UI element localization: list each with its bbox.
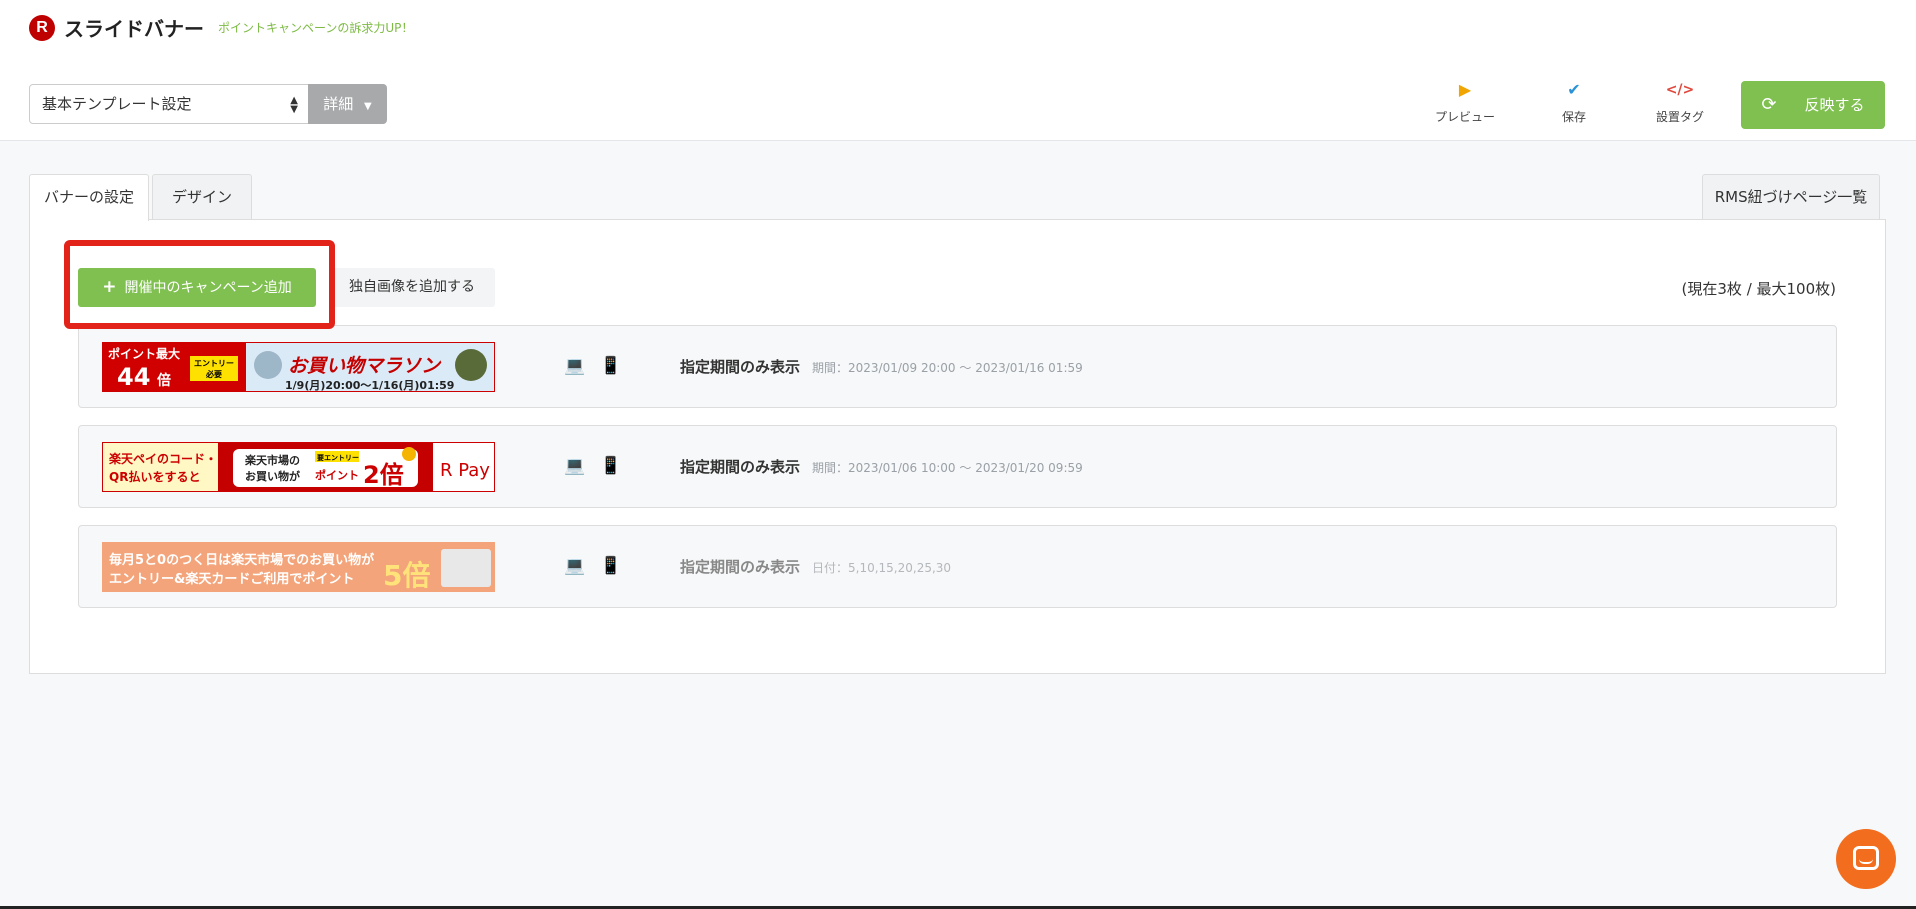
banner-text: お買い物マラソン xyxy=(288,355,442,377)
banner-text: R Pay xyxy=(440,460,490,481)
banner-text: 1/9(月)20:00〜1/16(月)01:59 xyxy=(285,379,454,392)
coin-icon xyxy=(402,447,416,461)
tab-design[interactable]: デザイン xyxy=(152,174,252,220)
banner-row[interactable]: 毎月5と0のつく日は楽天市場でのお買い物が エントリー&楽天カードご利用でポイン… xyxy=(78,525,1837,608)
banner-text: 楽天ペイのコード・ xyxy=(109,451,217,466)
rakuten-logo-icon: R xyxy=(29,15,55,41)
display-period: 期間：2023/01/06 10:00 〜 2023/01/20 09:59 xyxy=(812,461,1083,475)
pc-display-icon: 💻 xyxy=(564,356,586,376)
banner-text: ポイント最大 xyxy=(108,346,180,361)
banner-text: 5倍 xyxy=(383,559,430,592)
refresh-icon: ⟳ xyxy=(1761,94,1777,115)
tab-banner-settings[interactable]: バナーの設定 xyxy=(29,174,149,221)
embed-tag-label: 設置タグ xyxy=(1655,110,1704,124)
banner-text: 要エントリー xyxy=(317,453,359,462)
banner-text: 楽天市場の xyxy=(244,453,300,467)
marathon-banner-graphic: ポイント最大 44 倍 エントリー 必要 お買い物マラソン 1/9(月)20:0… xyxy=(103,343,494,392)
plus-icon: + xyxy=(102,277,117,297)
credit-card-icon xyxy=(441,549,491,587)
smartphone-display-icon: 📱 xyxy=(600,356,622,376)
chat-support-button[interactable] xyxy=(1836,829,1896,889)
save-label: 保存 xyxy=(1561,110,1586,124)
display-setting-label: 指定期間のみ表示 xyxy=(680,358,801,376)
save-button[interactable]: ✔ 保存 xyxy=(1534,80,1614,125)
app-title: スライドバナー xyxy=(64,17,204,41)
banner-image-5x-points[interactable]: 毎月5と0のつく日は楽天市場でのお買い物が エントリー&楽天カードご利用でポイン… xyxy=(102,542,495,592)
display-period: 日付：5,10,15,20,25,30 xyxy=(812,561,952,575)
embed-tag-button[interactable]: </> 設置タグ xyxy=(1640,80,1720,125)
template-select[interactable]: 基本テンプレート設定 ▲ ▼ xyxy=(29,84,309,124)
smartphone-display-icon: 📱 xyxy=(600,456,622,476)
tab-label: バナーの設定 xyxy=(43,188,134,206)
banner-text: お買い物が xyxy=(245,469,300,483)
display-period: 期間：2023/01/09 20:00 〜 2023/01/16 01:59 xyxy=(812,361,1083,375)
preview-label: プレビュー xyxy=(1434,110,1495,124)
banner-image-rakuten-pay[interactable]: 楽天ペイのコード・ QR払いをすると 楽天市場の お買い物が 要エントリー ポイ… xyxy=(102,442,495,492)
banner-text: 倍 xyxy=(157,372,171,389)
banner-text: 必要 xyxy=(205,369,222,379)
pc-display-icon: 💻 xyxy=(564,456,586,476)
smartphone-display-icon: 📱 xyxy=(600,556,622,576)
select-arrows-icon: ▲ ▼ xyxy=(290,95,298,115)
banner-image-marathon[interactable]: ポイント最大 44 倍 エントリー 必要 お買い物マラソン 1/9(月)20:0… xyxy=(102,342,495,392)
app-subtitle: ポイントキャンペーンの訴求力UP！ xyxy=(218,21,414,35)
banner-illustration xyxy=(254,351,282,379)
rms-label: RMS紐づけページ一覧 xyxy=(1714,188,1868,206)
detail-dropdown-button[interactable]: 詳細 ▼ xyxy=(308,84,387,124)
chat-bubble-icon xyxy=(1853,846,1879,870)
banner-text: 44 xyxy=(117,363,150,391)
banner-text: エントリー&楽天カードご利用でポイント xyxy=(109,571,354,587)
five-times-banner-graphic: 毎月5と0のつく日は楽天市場でのお買い物が エントリー&楽天カードご利用でポイン… xyxy=(103,543,494,592)
banner-text: QR払いをすると xyxy=(109,469,200,484)
display-setting-label: 指定期間のみ表示 xyxy=(680,458,801,476)
code-icon: </> xyxy=(1665,82,1695,98)
rms-linked-pages-button[interactable]: RMS紐づけページ一覧 xyxy=(1702,174,1880,220)
caret-down-icon: ▼ xyxy=(364,101,372,112)
add-own-image-button[interactable]: 独自画像を追加する xyxy=(329,268,495,307)
banner-row[interactable]: 楽天ペイのコード・ QR払いをすると 楽天市場の お買い物が 要エントリー ポイ… xyxy=(78,425,1837,508)
add-own-image-label: 独自画像を追加する xyxy=(349,279,475,295)
banner-text: ポイント xyxy=(315,468,359,482)
banner-count: (現在3枚 / 最大100枚) xyxy=(1681,280,1836,298)
template-select-value: 基本テンプレート設定 xyxy=(42,95,192,113)
check-icon: ✔ xyxy=(1567,80,1581,99)
banner-text: エントリー xyxy=(194,359,234,368)
banner-text: 毎月5と0のつく日は楽天市場でのお買い物が xyxy=(109,552,374,568)
reflect-label: 反映する xyxy=(1804,96,1865,114)
preview-button[interactable]: ▶ プレビュー xyxy=(1425,80,1505,125)
display-setting-label: 指定期間のみ表示 xyxy=(680,558,801,576)
rakuten-pay-banner-graphic: 楽天ペイのコード・ QR払いをすると 楽天市場の お買い物が 要エントリー ポイ… xyxy=(103,443,494,491)
banner-row[interactable]: ポイント最大 44 倍 エントリー 必要 お買い物マラソン 1/9(月)20:0… xyxy=(78,325,1837,408)
detail-label: 詳細 xyxy=(323,95,354,113)
banner-illustration xyxy=(455,349,487,381)
reflect-button[interactable]: ⟳ 反映する xyxy=(1741,81,1885,129)
header-bar: R スライドバナー ポイントキャンペーンの訴求力UP！ 基本テンプレート設定 ▲… xyxy=(0,0,1916,141)
play-icon: ▶ xyxy=(1458,80,1472,99)
add-campaign-button[interactable]: + 開催中のキャンペーン追加 xyxy=(78,268,316,307)
add-campaign-label: 開催中のキャンペーン追加 xyxy=(124,280,292,296)
banner-text: 2倍 xyxy=(363,461,404,489)
pc-display-icon: 💻 xyxy=(564,556,586,576)
tab-label: デザイン xyxy=(171,188,232,206)
